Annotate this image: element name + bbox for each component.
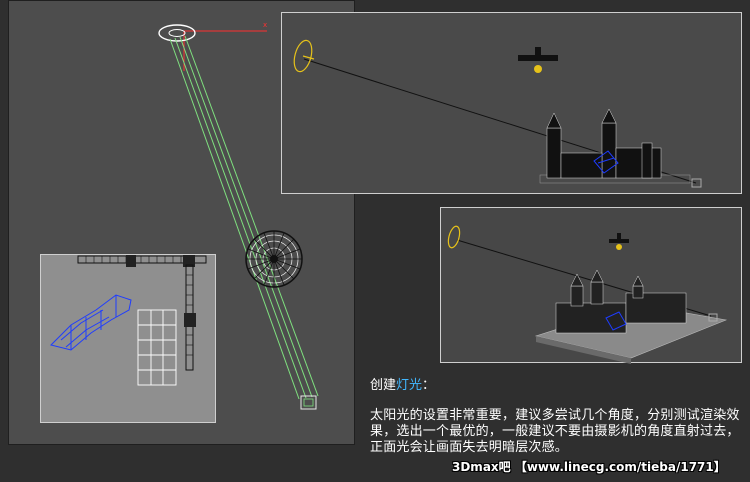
front-viewport-scene (293, 39, 702, 188)
heading-suffix: ： (422, 378, 436, 393)
svg-text:x: x (263, 21, 267, 29)
compass-rose-icon (245, 230, 303, 288)
caption-block: 创建灯光： 太阳光的设置非常重要，建议多尝试几个角度，分别测试渲染效果，选出一个… (370, 378, 740, 456)
heading-prefix: 创建 (370, 378, 397, 393)
watermark: 3Dmax吧 【www.linecg.com/tieba/1771】 (452, 460, 726, 474)
caption-body: 太阳光的设置非常重要，建议多尝试几个角度，分别测试渲染效果，选出一个最优的，一般… (370, 408, 740, 455)
front-viewport[interactable] (281, 12, 742, 194)
target-box-front (691, 178, 702, 188)
light-ring-icon (158, 24, 196, 42)
floor-plan (50, 255, 207, 386)
ground-plane (40, 254, 216, 423)
perspective-viewport[interactable] (440, 207, 742, 364)
heading-highlight: 灯光 (396, 378, 423, 393)
light-source-gizmo (293, 39, 315, 73)
caption-heading: 创建灯光： (370, 378, 740, 394)
light-source-gizmo-persp (447, 225, 461, 249)
perspective-viewport-scene (447, 225, 728, 364)
camera-icon (50, 294, 132, 351)
compass-persp-icon (609, 233, 629, 250)
compass-side-icon (518, 47, 558, 73)
building-wireframe (137, 309, 177, 386)
target-box-icon (300, 395, 317, 410)
building-silhouette (539, 108, 691, 184)
